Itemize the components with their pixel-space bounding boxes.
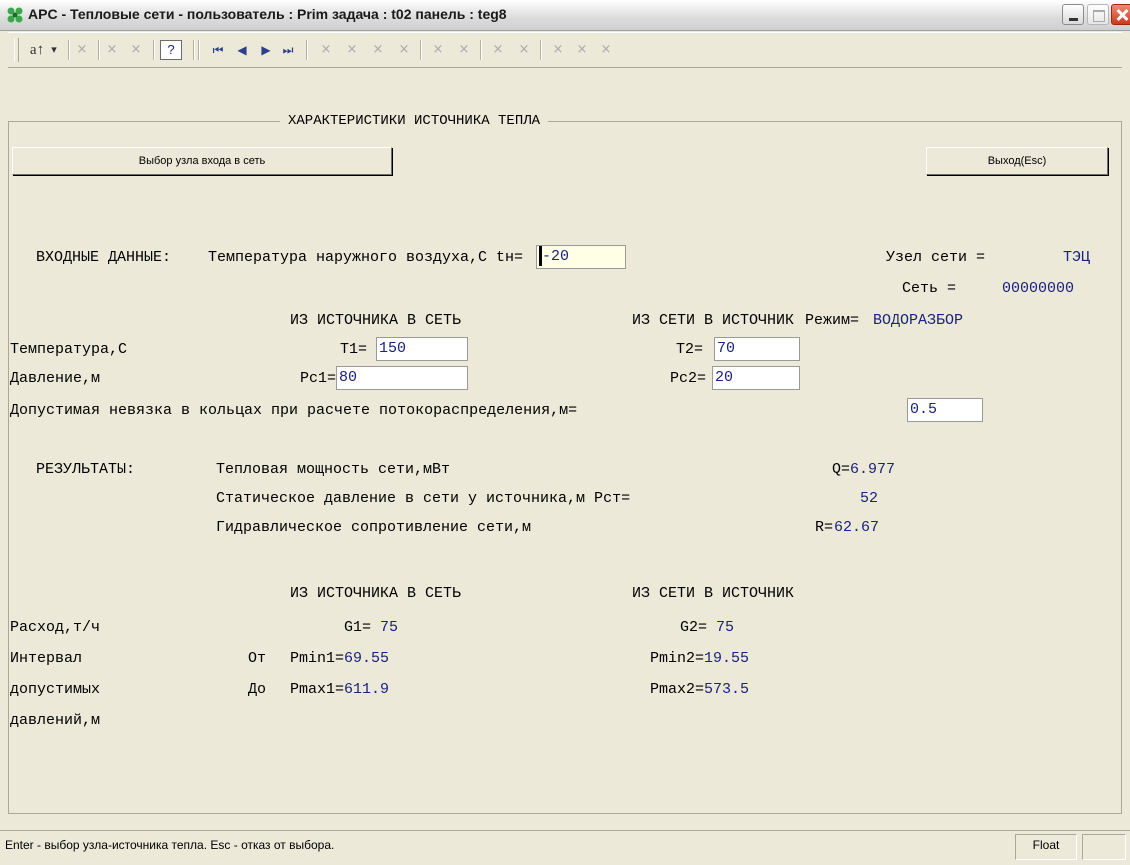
toolbar-disabled-button[interactable]: × [598, 40, 614, 60]
toolbar-disabled-button[interactable]: × [396, 40, 412, 60]
static-pressure-value: 52 [860, 490, 879, 507]
pmin2-label: Pmin2= [650, 650, 705, 667]
power-label: Тепловая мощность сети,мВт [216, 461, 451, 478]
minimize-button[interactable] [1062, 4, 1084, 25]
toolbar-grip[interactable] [14, 38, 19, 62]
outdoor-temp-value: -20 [542, 248, 570, 265]
prev-record-icon[interactable]: ◀ [234, 40, 250, 60]
pc2-label: Pc2= [670, 370, 707, 387]
pmin1-label: Pmin1= [290, 650, 345, 667]
select-node-button[interactable]: Выбор узла входа в сеть [12, 147, 392, 175]
col-source-to-net: ИЗ ИСТОЧНИКА В СЕТЬ [290, 312, 462, 329]
g2-value: 75 [716, 619, 735, 636]
toolbar-separator [68, 40, 70, 60]
close-button[interactable] [1111, 4, 1130, 25]
toolbar-separator [540, 40, 542, 60]
toolbar-disabled-button[interactable]: × [430, 40, 446, 60]
toolbar-disabled-button[interactable]: × [550, 40, 566, 60]
chevron-down-icon[interactable]: ▾ [48, 40, 60, 60]
toolbar-separator [306, 40, 308, 60]
toolbar-disabled-button[interactable]: × [574, 40, 590, 60]
g1-label: G1= [344, 619, 372, 636]
flow-label: Расход,т/ч [10, 619, 101, 636]
toolbar-disabled-button[interactable]: × [128, 40, 144, 60]
pmax2-value: 573.5 [704, 681, 750, 698]
g2-label: G2= [680, 619, 708, 636]
tolerance-label: Допустимая невязка в кольцах при расчете… [10, 402, 578, 419]
results-section-label: РЕЗУЛЬТАТЫ: [36, 461, 136, 478]
toolbar-disabled-button[interactable]: × [370, 40, 386, 60]
next-record-icon[interactable]: ▶ [258, 40, 274, 60]
pc1-label: Pc1= [300, 370, 337, 387]
title-bar[interactable]: APC - Тепловые сети - пользователь : Pri… [0, 0, 1130, 31]
exit-button[interactable]: Выход(Esc) [926, 147, 1108, 175]
toolbar-separator [198, 40, 200, 60]
first-record-icon[interactable]: ⏮ [210, 40, 226, 60]
hydraulic-value: 62.67 [834, 519, 880, 536]
network-label: Сеть = [902, 280, 957, 297]
t2-field[interactable]: 70 [714, 337, 800, 361]
last-record-icon[interactable]: ⏭ [280, 40, 296, 60]
node-value: ТЭЦ [1063, 249, 1091, 266]
mode-label: Режим= [805, 312, 860, 329]
toolbar-disabled-button[interactable]: × [104, 40, 120, 60]
maximize-button[interactable] [1087, 4, 1109, 25]
pc2-field[interactable]: 20 [712, 366, 800, 390]
toolbar-disabled-button[interactable]: × [344, 40, 360, 60]
power-key: Q= [832, 461, 851, 478]
toolbar-disabled-button[interactable]: × [490, 40, 506, 60]
toolbar-disabled-button[interactable]: × [456, 40, 472, 60]
to-label: До [248, 681, 267, 698]
pmin1-value: 69.55 [344, 650, 390, 667]
t2-label: T2= [676, 341, 704, 358]
interval-label-line3: давлений,м [10, 712, 101, 729]
input-section-label: ВХОДНЫЕ ДАННЫЕ: [36, 249, 172, 266]
status-mode: Float [1032, 838, 1060, 852]
toolbar-disabled-button[interactable]: × [516, 40, 532, 60]
status-hint: Enter - выбор узла-источника тепла. Esc … [5, 838, 335, 852]
pmax1-value: 611.9 [344, 681, 390, 698]
pressure-row-label: Давление,м [10, 370, 101, 387]
result-col-net-to-source: ИЗ СЕТИ В ИСТОЧНИК [632, 585, 795, 602]
outdoor-temp-field[interactable]: -20 [536, 245, 626, 269]
node-label: Узел сети = [886, 249, 986, 266]
toolbar-separator [98, 40, 100, 60]
t1-field[interactable]: 150 [376, 337, 468, 361]
network-value: 00000000 [1002, 280, 1075, 297]
interval-label-line2: допустимых [10, 681, 101, 698]
toolbar-disabled-button[interactable]: × [318, 40, 334, 60]
hydraulic-key: R= [815, 519, 834, 536]
outdoor-temp-label: Температура наружного воздуха,С tн= [208, 249, 524, 266]
static-pressure-label: Статическое давление в сети у источника,… [216, 490, 631, 507]
panel-title: ХАРАКТЕРИСТИКИ ИСТОЧНИКА ТЕПЛА [280, 113, 549, 129]
temp-row-label: Температура,С [10, 341, 128, 358]
toolbar-separator [193, 40, 195, 60]
col-net-to-source: ИЗ СЕТИ В ИСТОЧНИК [632, 312, 795, 329]
tolerance-field[interactable]: 0.5 [907, 398, 983, 422]
interval-label-line1: Интервал [10, 650, 83, 667]
from-label: От [248, 650, 267, 667]
mode-value: ВОДОРАЗБОР [873, 312, 964, 329]
g1-value: 75 [380, 619, 399, 636]
sort-button[interactable]: a↑ [26, 40, 48, 60]
help-button[interactable]: ? [160, 40, 182, 60]
toolbar-disabled-button[interactable]: × [74, 40, 90, 60]
window-title: APC - Тепловые сети - пользователь : Pri… [28, 6, 507, 22]
pmin2-value: 19.55 [704, 650, 750, 667]
pc1-field[interactable]: 80 [336, 366, 468, 390]
pmax2-label: Pmax2= [650, 681, 705, 698]
result-col-source-to-net: ИЗ ИСТОЧНИКА В СЕТЬ [290, 585, 462, 602]
power-value: 6.977 [850, 461, 896, 478]
toolbar-separator [153, 40, 155, 60]
heat-source-panel [8, 121, 1122, 814]
toolbar-separator [480, 40, 482, 60]
pmax1-label: Pmax1= [290, 681, 345, 698]
hydraulic-label: Гидравлическое сопротивление сети,м [216, 519, 532, 536]
t1-label: T1= [340, 341, 368, 358]
status-empty-panel [1082, 834, 1126, 860]
toolbar-separator [420, 40, 422, 60]
app-icon [6, 6, 24, 24]
